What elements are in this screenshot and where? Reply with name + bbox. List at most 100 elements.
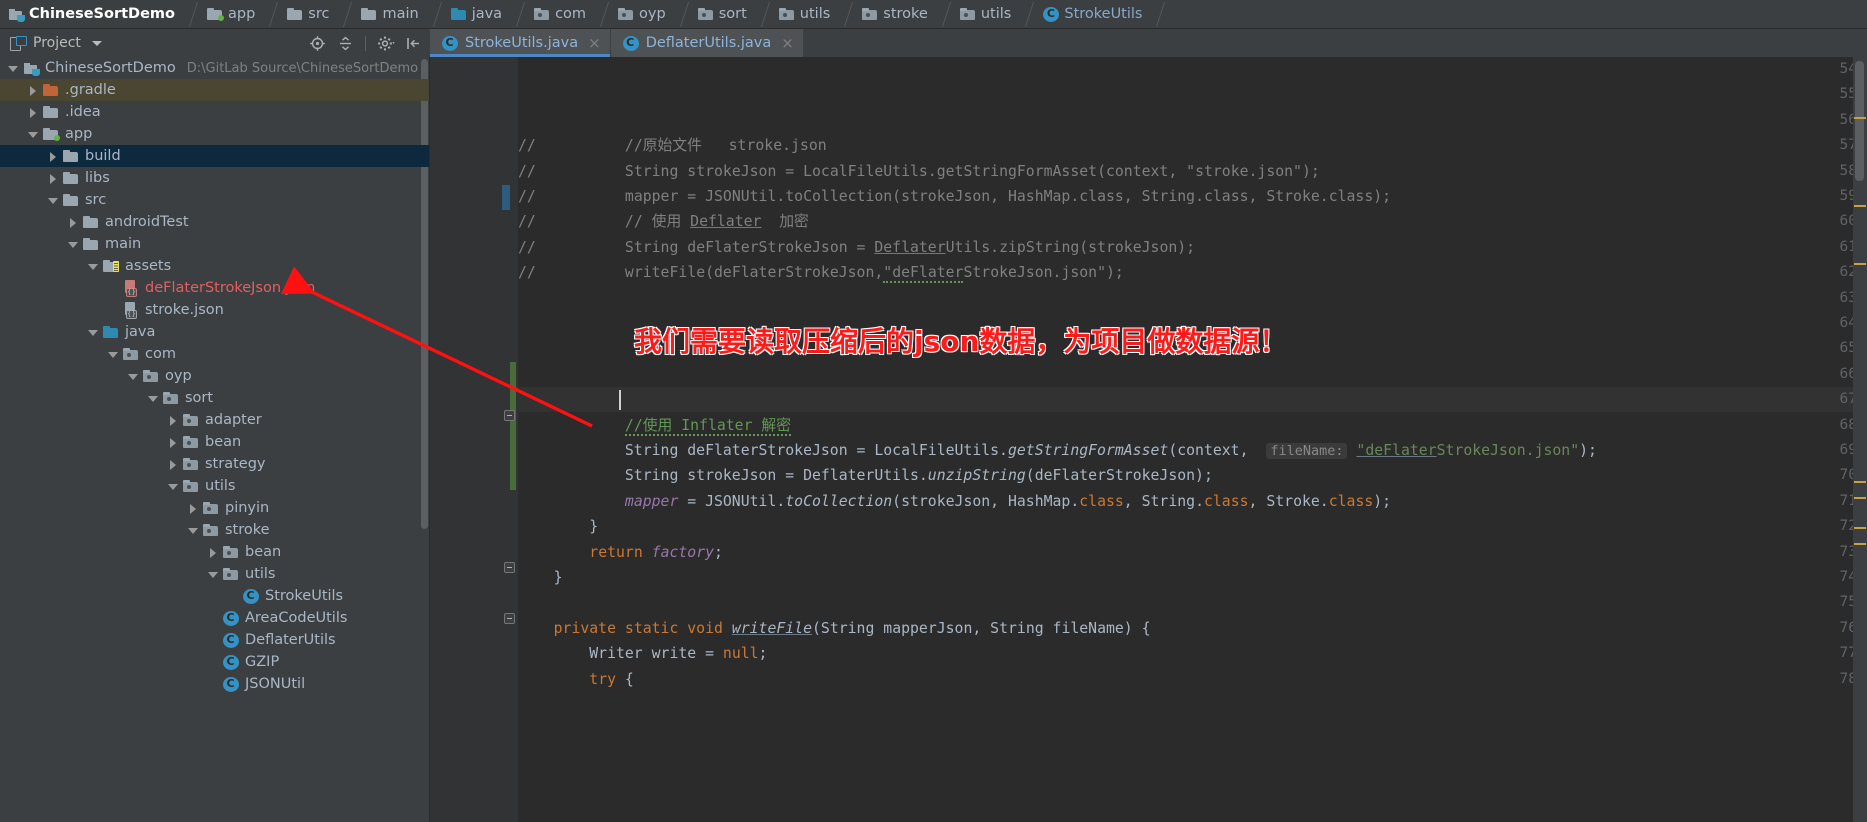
close-icon[interactable]: × [781,35,794,51]
tree-expand-arrow[interactable] [208,657,219,668]
fold-marker-icon[interactable] [504,410,515,421]
tree-expand-arrow[interactable] [28,85,39,96]
editor-gutter[interactable] [430,57,510,822]
error-marker[interactable] [1854,263,1866,265]
tree-item-build[interactable]: build [0,145,429,167]
code-line-78[interactable]: try { [518,667,634,692]
tree-item-stroke[interactable]: stroke [0,519,429,541]
tree-expand-arrow[interactable] [68,217,79,228]
code-line-61[interactable]: // String deFlaterStrokeJson = DeflaterU… [518,235,1195,260]
editor-tab-deflaterutils-java[interactable]: DeflaterUtils.java × [610,29,804,57]
code-line-60[interactable]: // // 使用 Deflater 加密 [518,209,809,234]
breadcrumb-item-com[interactable]: com [526,0,610,29]
tree-expand-arrow[interactable] [28,107,39,118]
tree-expand-arrow[interactable] [208,547,219,558]
tree-expand-arrow[interactable] [208,679,219,690]
tree-expand-arrow[interactable] [8,63,19,74]
breadcrumb-item-app[interactable]: app [199,0,279,29]
tree-item-gzip[interactable]: GZIP [0,651,429,673]
breadcrumb-item-utils[interactable]: utils [952,0,1036,29]
code-line-68[interactable]: //使用 Inflater 解密 [518,413,791,438]
tree-expand-arrow[interactable] [68,239,79,250]
tree-expand-arrow[interactable] [188,503,199,514]
code-editor[interactable]: 54 55 56 57 58 59 60 61 62 63 64 65 66 67 68 69 70 71 72 73… [430,57,1867,822]
tree-item-libs[interactable]: libs [0,167,429,189]
settings-gear-icon[interactable] [377,35,395,52]
tree-item-utils[interactable]: utils [0,475,429,497]
breadcrumb-item-utils[interactable]: utils [771,0,855,29]
error-marker[interactable] [1854,527,1866,529]
tree-item-sort[interactable]: sort [0,387,429,409]
tree-expand-arrow[interactable] [168,437,179,448]
breadcrumb-item-stroke[interactable]: stroke [854,0,952,29]
breadcrumb-item-src[interactable]: src [279,0,353,29]
code-line-70[interactable]: String strokeJson = DeflaterUtils.unzipS… [518,463,1213,488]
tree-item-adapter[interactable]: adapter [0,409,429,431]
error-marker[interactable] [1854,497,1866,499]
code-line-71[interactable]: mapper = JSONUtil.toCollection(strokeJso… [518,489,1391,514]
close-icon[interactable]: × [588,35,601,51]
fold-marker-icon[interactable] [504,613,515,624]
breadcrumb-item-sort[interactable]: sort [690,0,771,29]
code-line-57[interactable]: // //原始文件 stroke.json [518,133,827,158]
tree-item--gradle[interactable]: .gradle [0,79,429,101]
editor-tab-strokeutils-java[interactable]: StrokeUtils.java × [430,29,611,57]
tree-item-androidtest[interactable]: androidTest [0,211,429,233]
code-line-77[interactable]: Writer write = null; [518,641,767,666]
code-line-62[interactable]: // writeFile(deFlaterStrokeJson,"deFlate… [518,260,1124,285]
collapse-all-icon[interactable] [337,35,354,52]
tree-expand-arrow[interactable] [108,305,119,316]
tree-item-chinesesortdemo[interactable]: ChineseSortDemo D:\GitLab Source\ChineseS… [0,57,429,79]
code-line-59[interactable]: // mapper = JSONUtil.toCollection(stroke… [518,184,1391,209]
tree-expand-arrow[interactable] [168,415,179,426]
tree-item-oyp[interactable]: oyp [0,365,429,387]
tree-item-deflaterstrokejson-json[interactable]: deFlaterStrokeJson.json [0,277,429,299]
code-line-58[interactable]: // String strokeJson = LocalFileUtils.ge… [518,159,1320,184]
tree-expand-arrow[interactable] [168,481,179,492]
error-marker[interactable] [1854,543,1866,545]
hide-toolwindow-icon[interactable] [405,35,422,52]
breadcrumb-item-oyp[interactable]: oyp [610,0,690,29]
tree-item--idea[interactable]: .idea [0,101,429,123]
tree-expand-arrow[interactable] [28,129,39,140]
tree-expand-arrow[interactable] [88,261,99,272]
tree-item-app[interactable]: app [0,123,429,145]
tree-item-main[interactable]: main [0,233,429,255]
tree-expand-arrow[interactable] [168,459,179,470]
fold-marker-icon[interactable] [504,562,515,573]
tree-item-java[interactable]: java [0,321,429,343]
tree-expand-arrow[interactable] [128,371,139,382]
tree-expand-arrow[interactable] [88,327,99,338]
breadcrumb-item-main[interactable]: main [353,0,442,29]
tree-item-utils[interactable]: utils [0,563,429,585]
tree-expand-arrow[interactable] [188,525,199,536]
tree-expand-arrow[interactable] [208,635,219,646]
editor-scrollbar[interactable] [1853,57,1867,822]
tree-expand-arrow[interactable] [108,283,119,294]
chevron-down-icon[interactable] [91,40,102,46]
locate-icon[interactable] [309,35,326,52]
tree-item-bean[interactable]: bean [0,541,429,563]
tree-item-areacodeutils[interactable]: AreaCodeUtils [0,607,429,629]
tree-item-strategy[interactable]: strategy [0,453,429,475]
code-line-72[interactable]: } [518,514,598,539]
code-line-76[interactable]: private static void writeFile(String map… [518,616,1151,641]
tree-expand-arrow[interactable] [48,173,59,184]
tree-item-stroke-json[interactable]: stroke.json [0,299,429,321]
tree-item-assets[interactable]: assets [0,255,429,277]
editor-scrollbar-thumb[interactable] [1855,61,1864,181]
tree-expand-arrow[interactable] [228,591,239,602]
error-marker[interactable] [1854,117,1866,119]
tree-expand-arrow[interactable] [48,151,59,162]
tree-expand-arrow[interactable] [48,195,59,206]
tree-item-pinyin[interactable]: pinyin [0,497,429,519]
breadcrumb-item-java[interactable]: java [443,0,526,29]
tree-item-deflaterutils[interactable]: DeflaterUtils [0,629,429,651]
error-marker[interactable] [1854,205,1866,207]
tree-item-jsonutil[interactable]: JSONUtil [0,673,429,695]
project-tree[interactable]: ChineseSortDemo D:\GitLab Source\ChineseS… [0,57,430,822]
breadcrumb-item-chinesesortdemo[interactable]: ChineseSortDemo [0,0,199,29]
code-line-74[interactable]: } [518,565,563,590]
tree-item-com[interactable]: com [0,343,429,365]
tree-item-bean[interactable]: bean [0,431,429,453]
